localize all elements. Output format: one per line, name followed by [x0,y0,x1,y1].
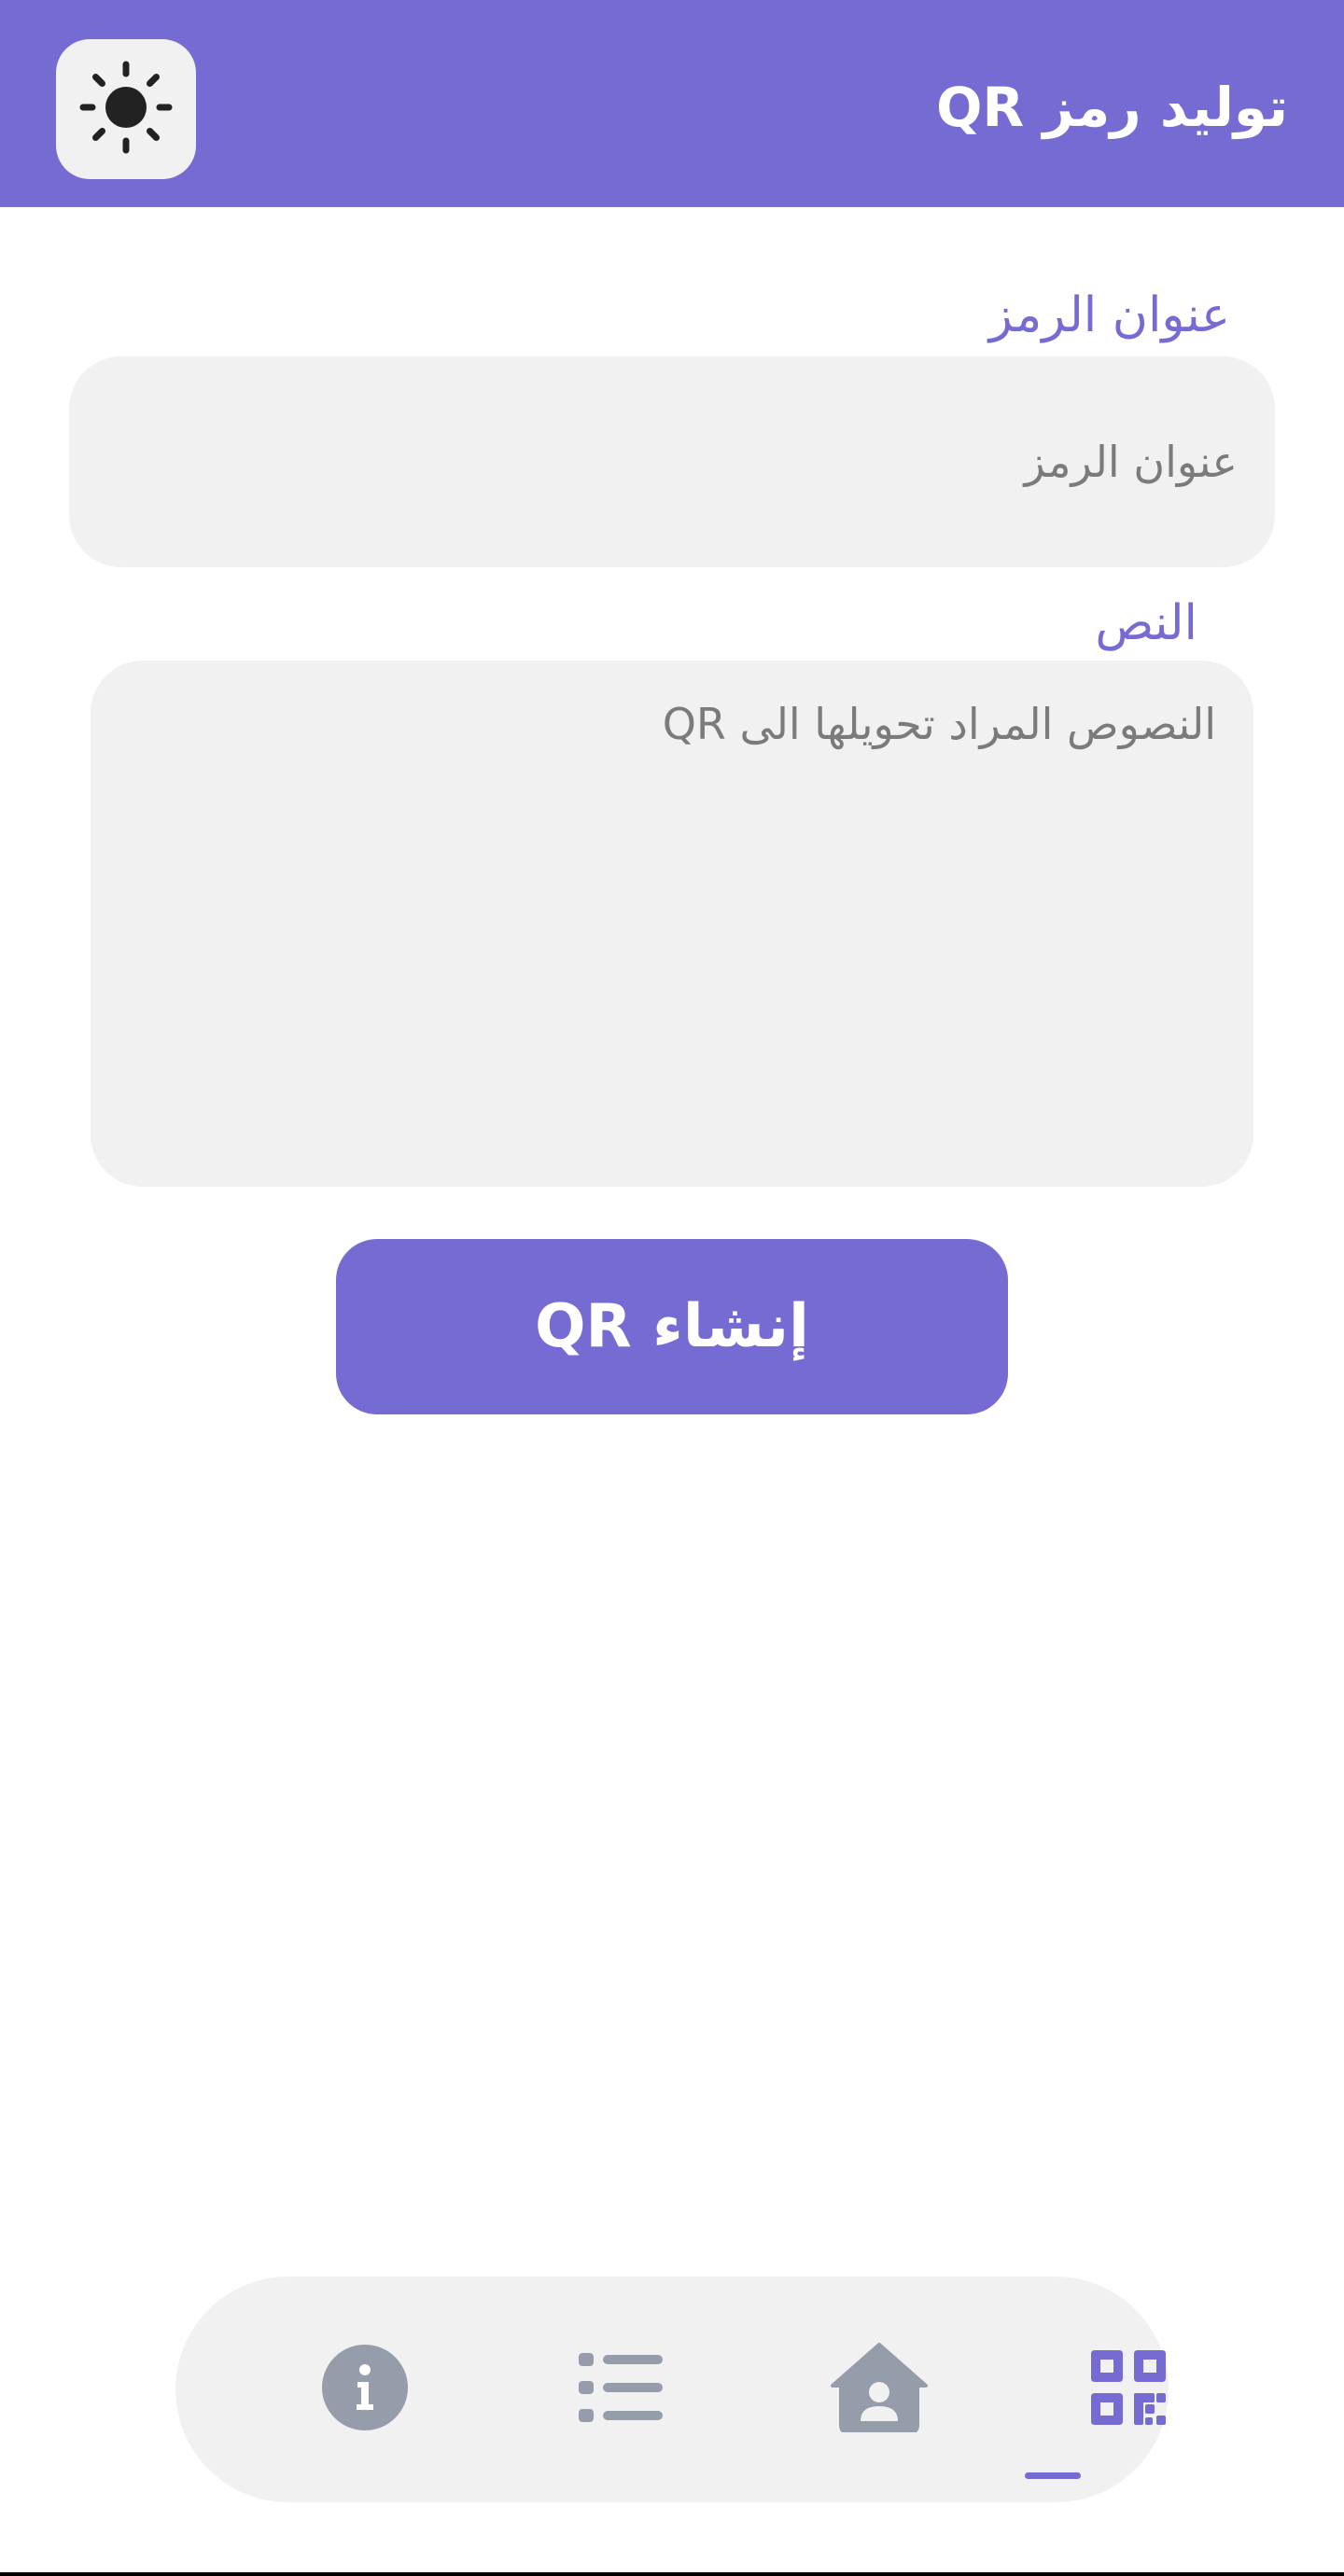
nav-item-home[interactable] [805,2277,954,2502]
nav-item-qr[interactable] [1054,2277,1203,2502]
list-icon [579,2352,663,2427]
create-qr-button[interactable]: إنشاء QR [336,1239,1008,1414]
title-field-label: عنوان الرمز [988,287,1230,343]
home-user-icon [831,2343,928,2436]
text-input[interactable] [91,661,1253,1187]
app-header: توليد رمز QR [0,0,1344,207]
text-field-label: النص [1095,595,1197,651]
bottom-edge-line [0,2572,1344,2576]
qr-code-icon [1091,2350,1166,2429]
sun-icon [77,59,175,160]
active-tab-indicator [1025,2472,1081,2479]
theme-toggle-button[interactable] [56,39,196,179]
page-title: توليد رمز QR [936,76,1288,139]
nav-item-list[interactable] [546,2277,695,2502]
title-input[interactable] [69,356,1275,567]
nav-item-info[interactable] [290,2277,440,2502]
info-icon [322,2345,408,2434]
qr-generator-screen: توليد رمز QR عنوان الرمز عنوان الرمز الن… [0,0,1344,2576]
bottom-navigation [175,2277,1169,2502]
